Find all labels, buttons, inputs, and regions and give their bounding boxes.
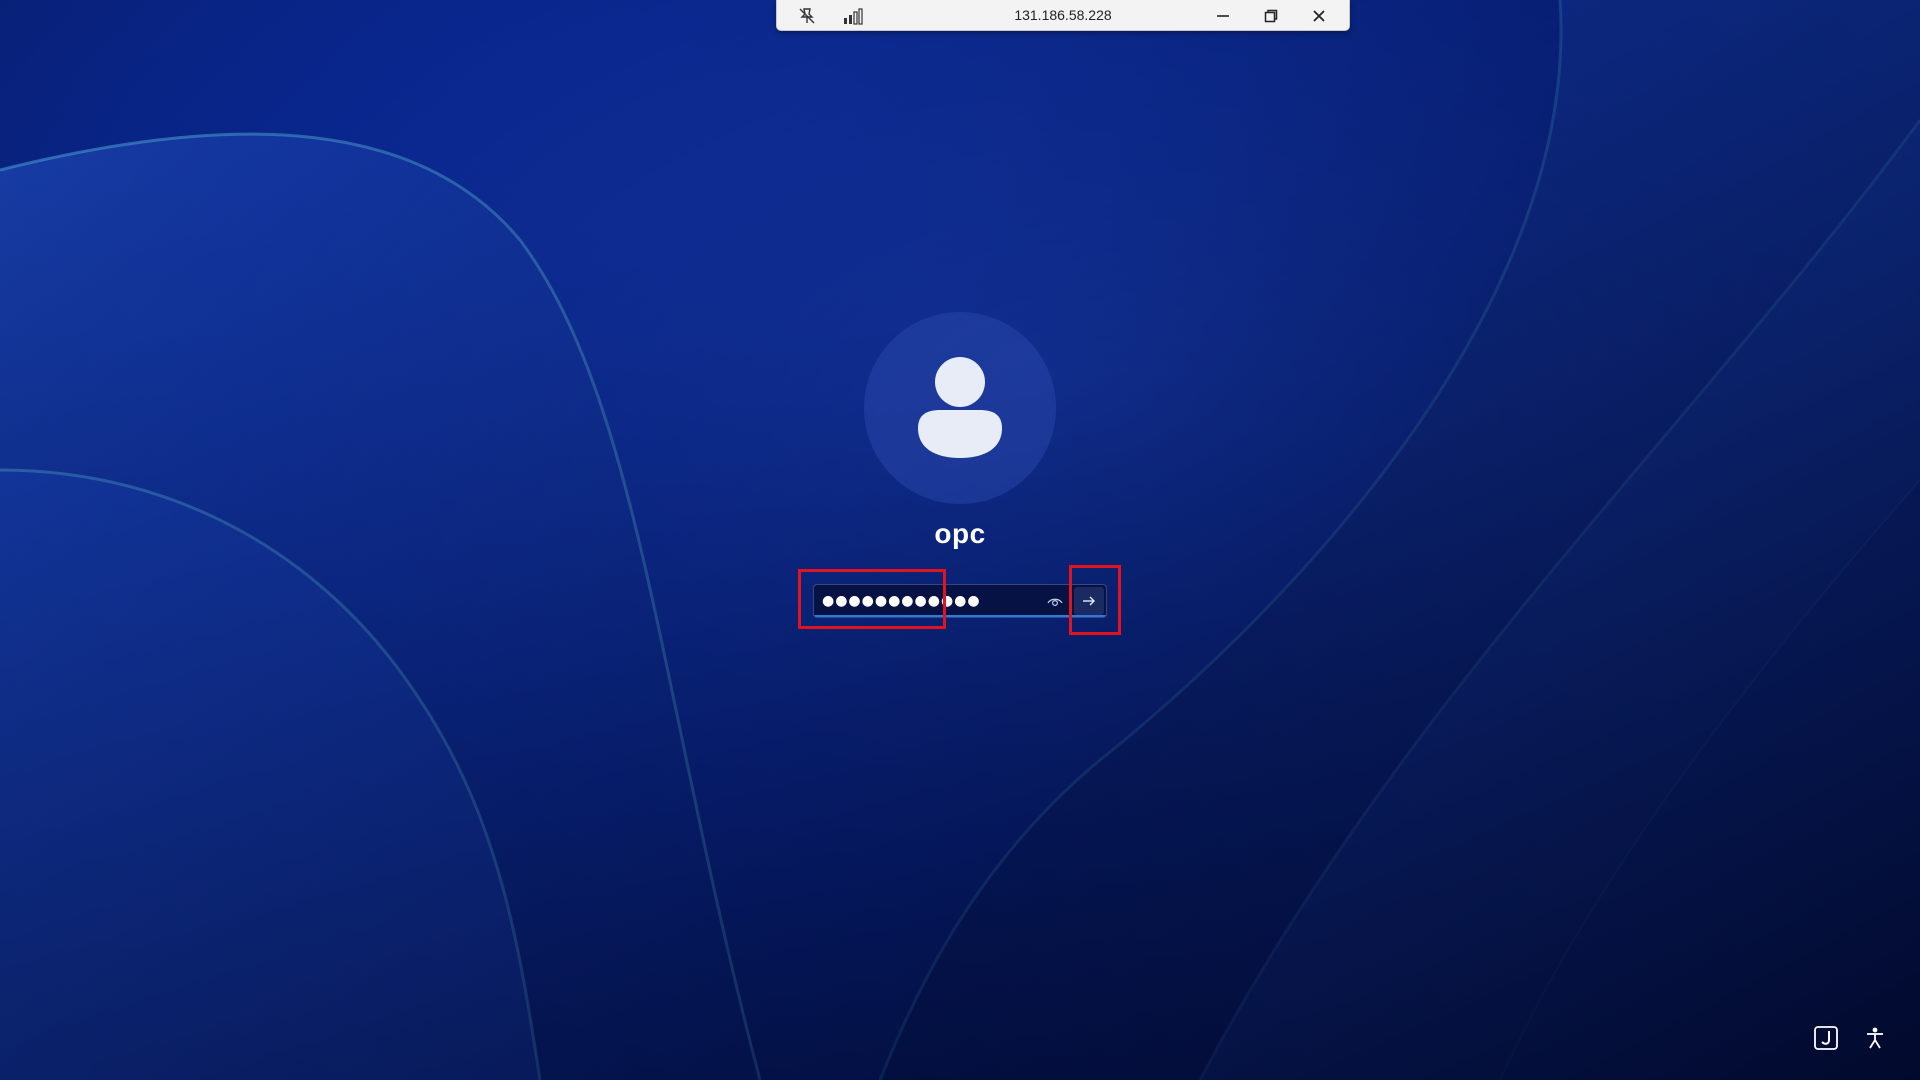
- username-label: opc: [934, 518, 986, 549]
- input-indicator-icon[interactable]: [1811, 1023, 1841, 1053]
- accessibility-icon[interactable]: [1860, 1023, 1890, 1053]
- minimize-icon[interactable]: [1203, 0, 1243, 31]
- close-icon[interactable]: [1299, 0, 1339, 31]
- connection-signal-icon[interactable]: [835, 0, 875, 31]
- password-input[interactable]: [822, 585, 1052, 617]
- rdp-connection-bar: 131.186.58.228: [776, 0, 1350, 31]
- submit-arrow-button[interactable]: [1074, 587, 1104, 615]
- restore-icon[interactable]: [1251, 0, 1291, 31]
- reveal-password-icon[interactable]: [1041, 590, 1069, 614]
- unpin-icon[interactable]: [787, 0, 827, 31]
- user-avatar-icon: [918, 357, 1002, 458]
- arrow-right-icon: [1083, 596, 1095, 606]
- user-avatar: [864, 312, 1056, 504]
